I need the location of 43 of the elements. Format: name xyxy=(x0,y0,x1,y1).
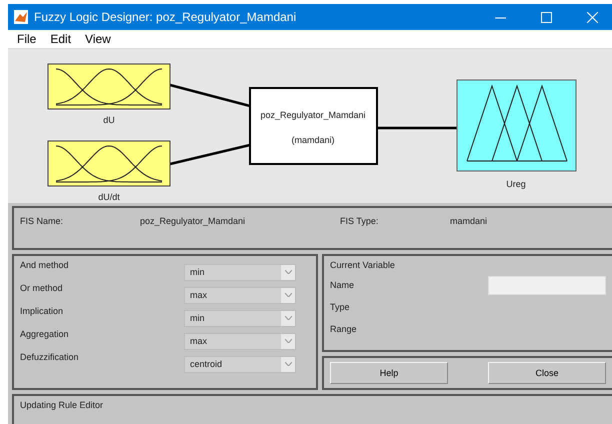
fis-system-node[interactable] xyxy=(249,87,378,165)
system-type: (mamdani) xyxy=(292,135,334,145)
fis-type-label: FIS Type: xyxy=(340,216,380,226)
input-variable-node[interactable] xyxy=(48,140,170,186)
output-variable-label: Ureg xyxy=(506,179,526,189)
app-logo-icon xyxy=(14,10,28,24)
menu-item[interactable]: Edit xyxy=(45,30,76,48)
method-label: Implication xyxy=(20,306,64,316)
method-dropdown[interactable]: min xyxy=(184,310,296,326)
method-label: Defuzzification xyxy=(20,352,80,362)
output-variable-node[interactable] xyxy=(456,80,576,172)
input-variable-label: dU/dt xyxy=(98,192,120,202)
maximize-icon xyxy=(540,12,552,22)
method-label: Or method xyxy=(20,283,64,293)
method-dropdown[interactable]: max xyxy=(184,332,296,350)
menu-item[interactable]: File xyxy=(12,30,42,48)
caret-icon xyxy=(284,362,292,366)
status-text: Updating Rule Editor xyxy=(20,400,104,410)
method-dropdown[interactable]: min xyxy=(184,264,296,280)
system-name: poz_Regulyator_Mamdani xyxy=(260,110,366,120)
current-variable-title: Current Variable xyxy=(330,260,396,270)
variable-field-label: Range xyxy=(330,324,358,334)
caret-icon xyxy=(284,339,292,343)
method-label: Aggregation xyxy=(20,329,70,339)
fis-type-value: mamdani xyxy=(450,216,488,226)
method-dropdown[interactable]: centroid xyxy=(184,356,296,372)
method-dropdown[interactable]: max xyxy=(184,286,296,304)
input-variable-label: dU xyxy=(103,115,115,125)
fis-name-label: FIS Name: xyxy=(20,216,64,226)
caret-icon xyxy=(284,293,292,297)
dialog-button[interactable]: Help xyxy=(330,362,448,384)
caret-icon xyxy=(284,316,292,320)
menu-item[interactable]: View xyxy=(80,30,116,48)
caret-icon xyxy=(284,270,292,274)
dialog-button[interactable]: Close xyxy=(488,362,606,384)
close-icon xyxy=(586,12,598,22)
window-title: Fuzzy Logic Designer: poz_Regulyator_Mamdani xyxy=(34,10,298,24)
name-input-field[interactable] xyxy=(488,276,606,294)
variable-field-label: Type xyxy=(330,302,351,312)
variable-field-label: Name xyxy=(330,280,356,290)
fis-name-value: poz_Regulyator_Mamdani xyxy=(140,216,246,226)
input-variable-node[interactable] xyxy=(48,64,170,110)
method-label: And method xyxy=(20,260,70,270)
